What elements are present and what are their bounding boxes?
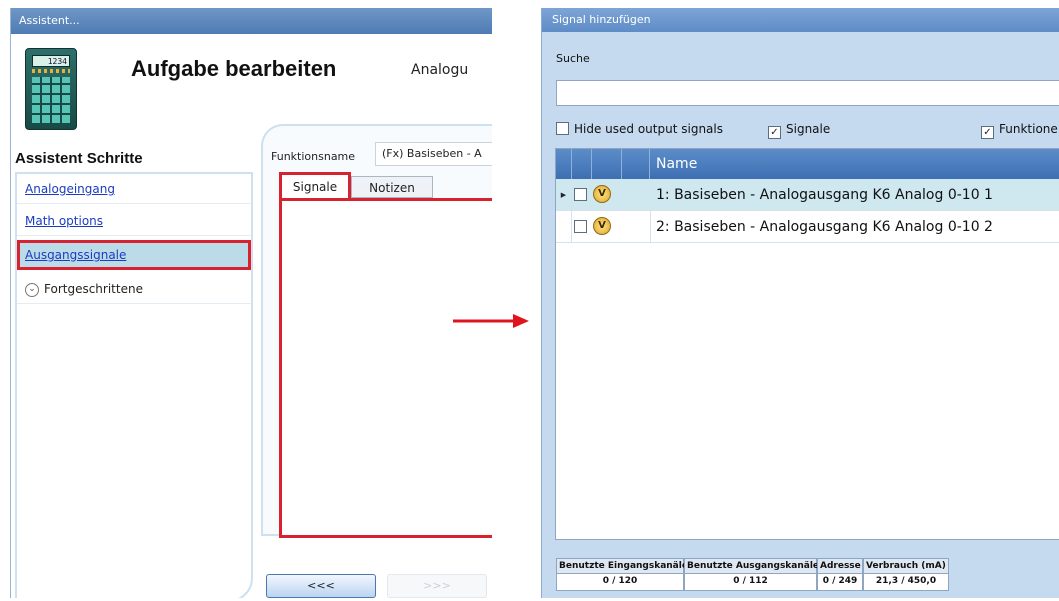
row-indicator	[556, 211, 572, 243]
page-title: Aufgabe bearbeiten	[131, 56, 337, 81]
checkbox-label: Funktione	[999, 122, 1058, 136]
status-label: Verbrauch (mA)	[863, 558, 949, 574]
sidebar-item-math-options[interactable]: Math options	[17, 206, 251, 236]
funktionen-checkbox[interactable]: ✓ Funktione	[981, 122, 1058, 139]
search-label: Suche	[556, 52, 590, 65]
tab-notizen[interactable]: Notizen	[351, 176, 433, 198]
header-checkbox-column[interactable]	[572, 149, 592, 179]
signals-list-area[interactable]	[279, 198, 492, 538]
sidebar-item-label[interactable]: Math options	[25, 214, 103, 228]
tab-signale[interactable]: Signale	[279, 172, 351, 198]
row-checkbox[interactable]	[574, 188, 587, 201]
header-spacer-column	[622, 149, 650, 179]
back-button[interactable]: <<<	[266, 574, 376, 598]
search-input[interactable]	[556, 80, 1059, 106]
hide-used-output-signals-checkbox[interactable]: Hide used output signals	[556, 122, 723, 136]
assistant-window: Assistent... 1234 Aufgabe bearbeiten Ana…	[10, 8, 492, 598]
checkbox-unchecked-icon[interactable]	[556, 122, 569, 135]
signale-checkbox[interactable]: ✓ Signale	[768, 122, 830, 139]
calculator-dots	[32, 69, 70, 73]
calculator-keys	[32, 77, 70, 123]
status-value: 21,3 / 450,0	[863, 574, 949, 591]
row-checkbox[interactable]	[574, 220, 587, 233]
status-value: 0 / 120	[556, 574, 684, 591]
status-address: Adresse 0 / 249	[817, 558, 863, 592]
sidebar-item-analogeingang[interactable]: Analogeingang	[17, 174, 251, 204]
window-title: Signal hinzufügen	[542, 8, 1059, 32]
page-subtitle: Analogu	[411, 62, 469, 78]
header-icon-column	[592, 149, 622, 179]
signal-name: 2: Basiseben - Analogausgang K6 Analog 0…	[656, 219, 993, 235]
header: 1234 Aufgabe bearbeiten Analogu	[11, 34, 492, 134]
column-separator	[650, 179, 651, 211]
status-value: 0 / 112	[684, 574, 817, 591]
function-name-label: Funktionsname	[271, 150, 356, 163]
status-label: Benutzte Eingangskanäle	[556, 558, 688, 574]
variable-v-icon: V	[593, 185, 611, 203]
chevron-down-icon[interactable]: ⌄	[25, 282, 39, 297]
checkbox-label: Hide used output signals	[574, 122, 723, 136]
status-input-channels: Benutzte Eingangskanäle 0 / 120	[556, 558, 688, 592]
variable-v-icon: V	[593, 217, 611, 235]
status-label: Adresse	[817, 558, 863, 574]
column-header-name[interactable]: Name	[656, 149, 697, 179]
window-title: Assistent...	[11, 8, 492, 34]
column-separator	[650, 211, 651, 243]
sidebar-item-ausgangssignale[interactable]: Ausgangssignale	[17, 240, 251, 270]
header-indicator-column	[556, 149, 572, 179]
checkbox-checked-icon[interactable]: ✓	[981, 126, 994, 139]
table-row[interactable]: ▶ V 1: Basiseben - Analogausgang K6 Anal…	[556, 179, 1059, 211]
next-button[interactable]: >>>	[387, 574, 487, 598]
function-name-field[interactable]: (Fx) Basiseben - A	[375, 142, 492, 166]
status-label: Benutzte Ausgangskanäle	[684, 558, 819, 574]
grid-header: Name	[556, 149, 1059, 179]
status-output-channels: Benutzte Ausgangskanäle 0 / 112	[684, 558, 819, 592]
sidebar-item-fortgeschrittene[interactable]: ⌄ Fortgeschrittene	[17, 274, 251, 304]
add-signal-window: Signal hinzufügen Suche Hide used output…	[541, 8, 1059, 598]
arrow-right-icon	[453, 314, 529, 328]
calculator-icon: 1234	[25, 48, 77, 130]
wizard-steps-sidebar: Analogeingang Math options Ausgangssigna…	[15, 172, 253, 598]
sidebar-item-label[interactable]: Ausgangssignale	[25, 248, 126, 262]
signal-name: 1: Basiseben - Analogausgang K6 Analog 0…	[656, 187, 993, 203]
sidebar-item-label: Fortgeschrittene	[44, 282, 143, 296]
status-value: 0 / 249	[817, 574, 863, 591]
table-row[interactable]: V 2: Basiseben - Analogausgang K6 Analog…	[556, 211, 1059, 243]
sidebar-item-label[interactable]: Analogeingang	[25, 182, 115, 196]
calculator-display: 1234	[32, 55, 70, 67]
signals-grid: Name ▶ V 1: Basiseben - Analogausgang K6…	[555, 148, 1059, 540]
row-pointer-icon: ▶	[556, 179, 572, 211]
checkbox-label: Signale	[786, 122, 831, 136]
status-consumption: Verbrauch (mA) 21,3 / 450,0	[863, 558, 949, 592]
sidebar-heading: Assistent Schritte	[15, 150, 143, 167]
checkbox-checked-icon[interactable]: ✓	[768, 126, 781, 139]
main-panel: Funktionsname (Fx) Basiseben - A Notizen…	[261, 124, 492, 538]
